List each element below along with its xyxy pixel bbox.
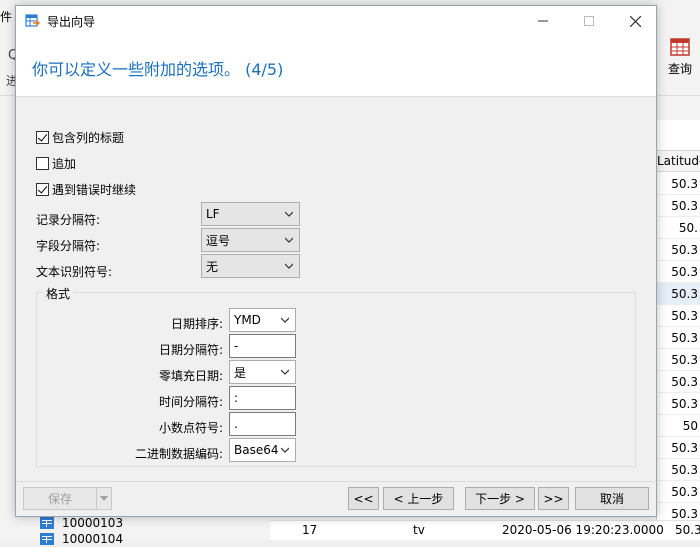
chevron-down-icon xyxy=(285,237,293,243)
text-qualifier-label: 文本识别符号: xyxy=(36,265,113,279)
previous-button[interactable]: < 上一步 xyxy=(383,487,454,510)
wizard-body: 包含列的标题 追加 遇到错误时继续 记录分隔符: LF 字段分隔符: 逗号 文本… xyxy=(16,96,656,481)
grid-cell[interactable]: 50.3 xyxy=(656,393,700,415)
include-headers-checkbox[interactable]: 包含列的标题 xyxy=(36,129,124,146)
time-separator-input[interactable]: : xyxy=(229,386,296,410)
dialog-title: 导出向导 xyxy=(47,15,96,29)
record-separator-label: 记录分隔符: xyxy=(36,213,101,227)
table-icon xyxy=(40,533,54,545)
wizard-header: 你可以定义一些附加的选项。 (4/5) xyxy=(16,36,656,96)
export-wizard-icon xyxy=(25,14,40,27)
record-separator-select[interactable]: LF xyxy=(201,202,300,226)
select-value: YMD xyxy=(234,313,261,327)
chevron-down-icon xyxy=(285,263,293,269)
next-button[interactable]: 下一步 > xyxy=(465,487,535,510)
append-checkbox[interactable]: 追加 xyxy=(36,155,76,172)
field-separator-label: 字段分隔符: xyxy=(36,239,101,253)
table-icon xyxy=(40,517,54,529)
chevron-down-icon xyxy=(281,447,289,453)
date-order-select[interactable]: YMD xyxy=(229,308,296,332)
toolbar-query-label: 查询 xyxy=(667,62,692,76)
minimize-icon xyxy=(538,20,548,22)
query-table-icon xyxy=(670,38,690,56)
grid-cell[interactable]: 50.3 xyxy=(656,349,700,371)
row-cell: tv xyxy=(413,523,425,537)
chevron-down-icon xyxy=(281,369,289,375)
tree-item[interactable]: 10000104 xyxy=(40,531,123,547)
checkbox-checked[interactable] xyxy=(36,183,49,196)
step-title: 你可以定义一些附加的选项。 (4/5) xyxy=(32,60,284,79)
zero-pad-date-select[interactable]: 是 xyxy=(229,360,296,384)
grid-cell[interactable]: 50.3 xyxy=(656,261,700,283)
cancel-button[interactable]: 取消 xyxy=(575,487,649,510)
grid-header-latitude[interactable]: Latitude xyxy=(657,150,700,172)
checkbox-label: 遇到错误时继续 xyxy=(52,183,137,197)
menu-fragment[interactable]: 件 xyxy=(0,8,12,25)
select-value: 是 xyxy=(234,365,247,380)
grid-cell[interactable]: 50 xyxy=(656,415,700,437)
title-bar[interactable]: 导出向导 xyxy=(16,6,656,36)
checkbox-checked[interactable] xyxy=(36,131,49,144)
checkbox-label: 包含列的标题 xyxy=(52,131,125,145)
select-value: 无 xyxy=(206,259,219,274)
grid-cell[interactable]: 50.3 xyxy=(656,239,700,261)
grid-cell[interactable]: 50.3 xyxy=(656,195,700,217)
date-separator-label: 日期分隔符: xyxy=(158,343,223,357)
object-tree[interactable]: 10000103 10000104 xyxy=(40,515,123,547)
data-grid[interactable]: Latitude 50.350.350.50.350.350.350.350.3… xyxy=(656,120,700,547)
grid-cell[interactable]: 50.3 xyxy=(656,283,700,305)
wizard-footer: 保存 << < 上一步 下一步 > >> 取消 xyxy=(16,481,656,516)
tree-item-label: 10000104 xyxy=(62,532,124,546)
time-separator-label: 时间分隔符: xyxy=(158,395,223,409)
toolbar-query-button[interactable]: 查询 xyxy=(660,36,700,77)
checkbox-unchecked[interactable] xyxy=(36,157,49,170)
close-icon xyxy=(629,15,641,27)
table-row[interactable]: 17 tv 2020-05-06 19:20:23.0000 50.3 xyxy=(270,520,700,540)
select-value: LF xyxy=(206,207,220,221)
save-button[interactable]: 保存 xyxy=(23,487,97,510)
first-step-button[interactable]: << xyxy=(348,487,379,510)
row-number: 17 xyxy=(302,523,318,537)
decimal-symbol-input[interactable]: . xyxy=(229,412,296,436)
binary-encoding-select[interactable]: Base64 xyxy=(229,438,296,462)
export-wizard-dialog: 导出向导 你可以定义一些附加的选项。 (4/5) 包含列的标题 追加 遇到错误时… xyxy=(15,5,657,517)
last-step-button[interactable]: >> xyxy=(538,487,569,510)
binary-encoding-label: 二进制数据编码: xyxy=(134,447,223,461)
row-value: 50.3 xyxy=(675,523,700,537)
tree-item[interactable]: 10000103 xyxy=(40,515,123,531)
close-button[interactable] xyxy=(612,6,658,36)
grid-cell[interactable]: 50. xyxy=(656,217,700,239)
date-order-label: 日期排序: xyxy=(170,317,223,331)
text-qualifier-select[interactable]: 无 xyxy=(201,254,300,278)
field-separator-select[interactable]: 逗号 xyxy=(201,228,300,252)
format-group: 格式 日期排序: YMD 日期分隔符: - 零填充日期: 是 时间分隔符: : … xyxy=(36,285,636,467)
grid-cell[interactable]: 50.3 xyxy=(656,173,700,195)
grid-cell[interactable]: 50.3 xyxy=(656,459,700,481)
maximize-icon xyxy=(584,16,594,26)
grid-cell[interactable]: 50.3 xyxy=(656,371,700,393)
grid-cell[interactable]: 50.3 xyxy=(656,327,700,349)
maximize-button[interactable] xyxy=(566,6,612,36)
select-value: Base64 xyxy=(234,443,279,457)
chevron-down-icon xyxy=(100,495,108,501)
grid-cell[interactable]: 50.3 xyxy=(656,437,700,459)
tree-item-label: 10000103 xyxy=(62,516,124,530)
select-value: 逗号 xyxy=(206,233,231,248)
minimize-button[interactable] xyxy=(520,6,566,36)
checkbox-label: 追加 xyxy=(52,157,77,171)
date-separator-input[interactable]: - xyxy=(229,334,296,358)
save-dropdown-button[interactable] xyxy=(96,487,112,510)
chevron-down-icon xyxy=(285,211,293,217)
decimal-symbol-label: 小数点符号: xyxy=(158,421,223,435)
chevron-down-icon xyxy=(281,317,289,323)
row-date: 2020-05-06 19:20:23.0000 xyxy=(502,523,664,537)
grid-cell[interactable]: 50.3 xyxy=(656,481,700,503)
format-group-title: 格式 xyxy=(43,285,74,302)
zero-pad-date-label: 零填充日期: xyxy=(158,369,223,383)
continue-on-error-checkbox[interactable]: 遇到错误时继续 xyxy=(36,181,136,198)
grid-cell[interactable]: 50.3 xyxy=(656,305,700,327)
